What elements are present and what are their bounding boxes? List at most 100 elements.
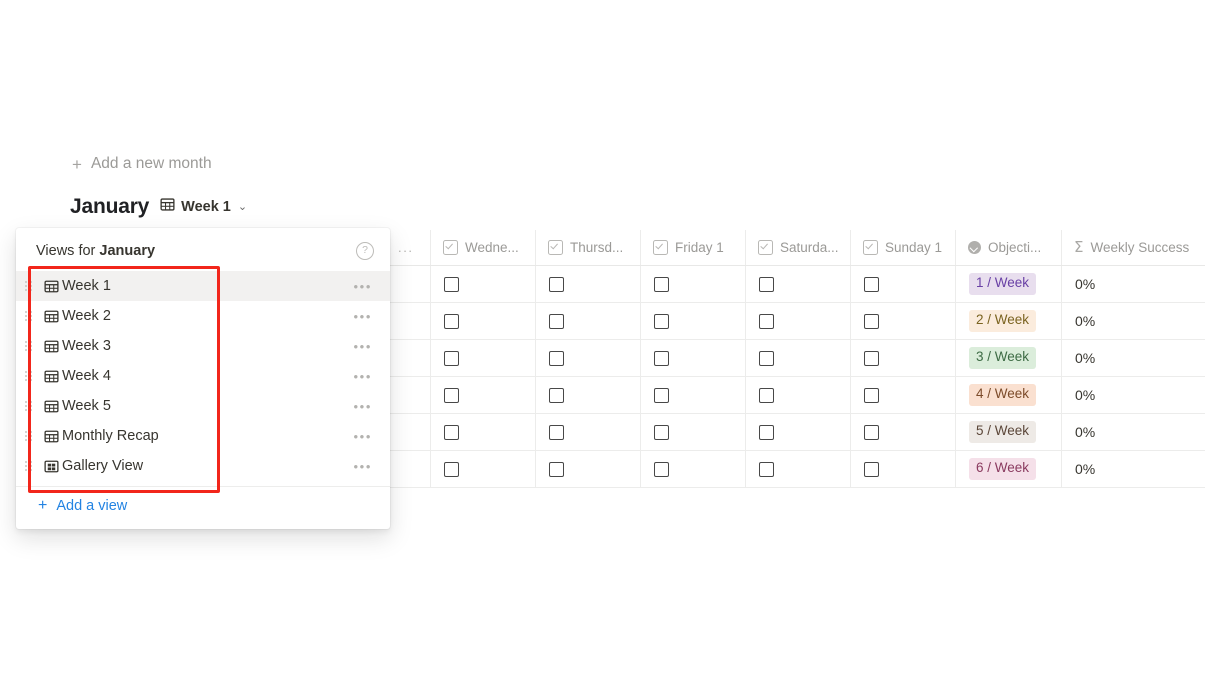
checkbox-cell[interactable] [850,302,956,340]
column-header-saturday[interactable]: Saturda... [745,230,851,266]
drag-handle-icon[interactable] [16,341,40,351]
checkbox-cell[interactable] [640,450,746,488]
checkbox-unchecked-icon[interactable] [759,387,774,403]
checkbox-cell[interactable] [430,450,536,488]
add-view-button[interactable]: + Add a view [16,487,390,525]
checkbox-cell[interactable] [745,413,851,451]
checkbox-unchecked-icon[interactable] [759,461,774,477]
weekly-success-cell[interactable]: 0% [1061,302,1205,340]
checkbox-cell[interactable] [535,339,641,377]
row-stub-cell[interactable] [386,413,431,451]
weekly-success-cell[interactable]: 0% [1061,413,1205,451]
weekly-success-cell[interactable]: 0% [1061,339,1205,377]
checkbox-cell[interactable] [745,450,851,488]
row-stub-cell[interactable] [386,450,431,488]
view-options-button[interactable]: ••• [354,430,374,443]
weekly-success-cell[interactable]: 0% [1061,450,1205,488]
weekly-success-cell[interactable]: 0% [1061,376,1205,414]
checkbox-cell[interactable] [745,339,851,377]
checkbox-cell[interactable] [850,339,956,377]
checkbox-unchecked-icon[interactable] [759,424,774,440]
checkbox-unchecked-icon[interactable] [444,276,459,292]
weekly-success-cell[interactable]: 0% [1061,265,1205,303]
checkbox-unchecked-icon[interactable] [864,461,879,477]
drag-handle-icon[interactable] [16,461,40,471]
checkbox-cell[interactable] [745,265,851,303]
checkbox-unchecked-icon[interactable] [759,350,774,366]
view-options-button[interactable]: ••• [354,310,374,323]
view-list-item-monthly-recap[interactable]: Monthly Recap ••• [16,421,390,451]
checkbox-unchecked-icon[interactable] [864,276,879,292]
view-options-button[interactable]: ••• [354,370,374,383]
column-header-weekly-success[interactable]: Σ Weekly Success [1061,230,1205,266]
checkbox-cell[interactable] [430,376,536,414]
objective-cell[interactable]: 2 / Week [955,302,1062,340]
checkbox-unchecked-icon[interactable] [444,461,459,477]
view-list-item-gallery-view[interactable]: Gallery View ••• [16,451,390,481]
checkbox-unchecked-icon[interactable] [654,350,669,366]
view-list-item-week-3[interactable]: Week 3 ••• [16,331,390,361]
checkbox-unchecked-icon[interactable] [549,276,564,292]
row-stub-cell[interactable] [386,339,431,377]
column-header-stub[interactable]: ... [386,230,431,266]
checkbox-cell[interactable] [640,302,746,340]
checkbox-cell[interactable] [430,265,536,303]
objective-cell[interactable]: 1 / Week [955,265,1062,303]
checkbox-cell[interactable] [640,376,746,414]
view-list-item-week-2[interactable]: Week 2 ••• [16,301,390,331]
row-stub-cell[interactable] [386,265,431,303]
drag-handle-icon[interactable] [16,371,40,381]
checkbox-unchecked-icon[interactable] [654,424,669,440]
checkbox-cell[interactable] [850,376,956,414]
checkbox-cell[interactable] [640,265,746,303]
checkbox-cell[interactable] [745,302,851,340]
checkbox-cell[interactable] [850,413,956,451]
checkbox-unchecked-icon[interactable] [654,276,669,292]
help-icon[interactable]: ? [356,242,374,260]
checkbox-cell[interactable] [745,376,851,414]
column-header-sunday[interactable]: Sunday 1 [850,230,956,266]
checkbox-cell[interactable] [430,413,536,451]
column-header-wednesday[interactable]: Wedne... [430,230,536,266]
checkbox-unchecked-icon[interactable] [654,313,669,329]
checkbox-unchecked-icon[interactable] [864,313,879,329]
checkbox-unchecked-icon[interactable] [549,313,564,329]
checkbox-unchecked-icon[interactable] [444,313,459,329]
objective-cell[interactable]: 4 / Week [955,376,1062,414]
checkbox-unchecked-icon[interactable] [549,350,564,366]
checkbox-unchecked-icon[interactable] [864,350,879,366]
drag-handle-icon[interactable] [16,281,40,291]
checkbox-cell[interactable] [535,413,641,451]
checkbox-unchecked-icon[interactable] [864,424,879,440]
drag-handle-icon[interactable] [16,431,40,441]
checkbox-unchecked-icon[interactable] [549,424,564,440]
view-list-item-week-4[interactable]: Week 4 ••• [16,361,390,391]
checkbox-cell[interactable] [535,376,641,414]
checkbox-cell[interactable] [535,450,641,488]
view-options-button[interactable]: ••• [354,340,374,353]
checkbox-unchecked-icon[interactable] [759,276,774,292]
checkbox-unchecked-icon[interactable] [444,387,459,403]
checkbox-cell[interactable] [640,339,746,377]
checkbox-unchecked-icon[interactable] [444,424,459,440]
row-stub-cell[interactable] [386,302,431,340]
checkbox-unchecked-icon[interactable] [759,313,774,329]
checkbox-unchecked-icon[interactable] [654,387,669,403]
checkbox-cell[interactable] [535,265,641,303]
view-list-item-week-5[interactable]: Week 5 ••• [16,391,390,421]
current-view-selector[interactable]: Week 1 ⌄ [160,197,247,216]
objective-cell[interactable]: 3 / Week [955,339,1062,377]
checkbox-cell[interactable] [430,339,536,377]
column-header-friday[interactable]: Friday 1 [640,230,746,266]
view-list-item-week-1[interactable]: Week 1 ••• [16,271,390,301]
checkbox-cell[interactable] [430,302,536,340]
checkbox-cell[interactable] [640,413,746,451]
view-options-button[interactable]: ••• [354,460,374,473]
column-header-thursday[interactable]: Thursd... [535,230,641,266]
checkbox-unchecked-icon[interactable] [654,461,669,477]
row-stub-cell[interactable] [386,376,431,414]
drag-handle-icon[interactable] [16,311,40,321]
view-options-button[interactable]: ••• [354,400,374,413]
objective-cell[interactable]: 5 / Week [955,413,1062,451]
add-new-month-button[interactable]: + Add a new month [72,155,212,173]
